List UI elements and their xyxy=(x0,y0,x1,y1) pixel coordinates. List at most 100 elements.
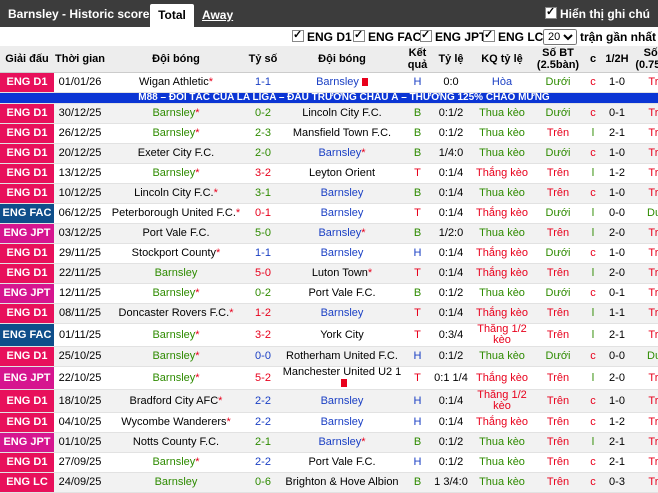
score[interactable]: 2-0 xyxy=(246,143,280,164)
away-team-cell[interactable]: Barnsley xyxy=(280,389,404,413)
home-team-name[interactable]: Wycombe Wanderers xyxy=(121,416,226,428)
home-team-name[interactable]: Doncaster Rovers F.C. xyxy=(119,307,230,319)
home-team-cell[interactable]: Wigan Athletic* xyxy=(106,72,246,93)
home-team-cell[interactable]: Barnsley* xyxy=(106,452,246,473)
home-team-name[interactable]: Port Vale F.C. xyxy=(142,227,209,239)
score[interactable]: 3-2 xyxy=(246,323,280,347)
away-team-name[interactable]: Rotherham United F.C. xyxy=(286,350,398,362)
home-team-name[interactable]: Notts County F.C. xyxy=(133,436,219,448)
away-team-cell[interactable]: Barnsley* xyxy=(280,432,404,453)
competition-badge[interactable]: ENG D1 xyxy=(0,412,54,433)
score[interactable]: 5-0 xyxy=(246,223,280,244)
checkbox-icon[interactable] xyxy=(420,28,432,42)
away-team-cell[interactable]: Barnsley xyxy=(280,412,404,433)
home-team-cell[interactable]: Wycombe Wanderers* xyxy=(106,412,246,433)
away-team-cell[interactable]: Barnsley xyxy=(280,303,404,324)
home-team-name[interactable]: Barnsley xyxy=(155,476,198,488)
score[interactable]: 1-1 xyxy=(246,72,280,93)
score[interactable]: 2-1 xyxy=(246,432,280,453)
away-team-name[interactable]: Barnsley xyxy=(321,187,364,199)
away-team-name[interactable]: York City xyxy=(320,329,364,341)
home-team-cell[interactable]: Barnsley* xyxy=(106,123,246,144)
competition-badge[interactable]: ENG D1 xyxy=(0,303,54,324)
home-team-name[interactable]: Lincoln City F.C. xyxy=(134,187,213,199)
competition-badge[interactable]: ENG D1 xyxy=(0,183,54,204)
competition-badge[interactable]: ENG D1 xyxy=(0,72,54,93)
score[interactable]: 0-1 xyxy=(246,203,280,224)
away-team-cell[interactable]: Barnsley xyxy=(280,203,404,224)
away-team-name[interactable]: Barnsley xyxy=(321,207,364,219)
home-team-cell[interactable]: Doncaster Rovers F.C.* xyxy=(106,303,246,324)
away-team-cell[interactable]: Barnsley* xyxy=(280,223,404,244)
home-team-cell[interactable]: Notts County F.C. xyxy=(106,432,246,453)
away-team-name[interactable]: Barnsley xyxy=(321,416,364,428)
score[interactable]: 3-1 xyxy=(246,183,280,204)
competition-badge[interactable]: ENG FAC xyxy=(0,203,54,224)
away-team-cell[interactable]: Barnsley* xyxy=(280,143,404,164)
home-team-cell[interactable]: Barnsley* xyxy=(106,103,246,124)
competition-badge[interactable]: ENG D1 xyxy=(0,346,54,367)
filter-eng-d1[interactable]: ENG D1 xyxy=(292,28,352,44)
home-team-name[interactable]: Barnsley xyxy=(152,372,195,384)
competition-badge[interactable]: ENG JPT xyxy=(0,283,54,304)
home-team-cell[interactable]: Peterborough United F.C.* xyxy=(106,203,246,224)
away-team-name[interactable]: Barnsley xyxy=(318,147,361,159)
home-team-cell[interactable]: Barnsley* xyxy=(106,283,246,304)
competition-badge[interactable]: ENG JPT xyxy=(0,432,54,453)
score[interactable]: 2-3 xyxy=(246,123,280,144)
away-team-name[interactable]: Barnsley xyxy=(316,76,359,88)
tab-away[interactable]: Away xyxy=(202,4,233,27)
away-team-cell[interactable]: Barnsley xyxy=(280,72,404,93)
away-team-cell[interactable]: Barnsley xyxy=(280,243,404,264)
score[interactable]: 0-6 xyxy=(246,472,280,493)
match-count-select[interactable]: 20 xyxy=(543,29,577,45)
away-team-name[interactable]: Manchester United U2 1 xyxy=(283,367,402,379)
checkbox-icon[interactable] xyxy=(353,28,365,42)
home-team-cell[interactable]: Barnsley* xyxy=(106,323,246,347)
home-team-cell[interactable]: Barnsley xyxy=(106,263,246,284)
home-team-name[interactable]: Stockport County xyxy=(132,247,216,259)
competition-badge[interactable]: ENG JPT xyxy=(0,223,54,244)
score[interactable]: 3-2 xyxy=(246,163,280,184)
away-team-name[interactable]: Barnsley xyxy=(321,395,364,407)
checkbox-icon[interactable] xyxy=(545,5,557,19)
home-team-cell[interactable]: Barnsley* xyxy=(106,366,246,390)
away-team-name[interactable]: Port Vale F.C. xyxy=(308,287,375,299)
away-team-name[interactable]: Mansfield Town F.C. xyxy=(293,127,391,139)
score[interactable]: 1-1 xyxy=(246,243,280,264)
competition-badge[interactable]: ENG D1 xyxy=(0,123,54,144)
tab-total[interactable]: Total xyxy=(150,4,194,27)
ad-banner-row[interactable]: M88 – ĐỐI TÁC CỦA LA LIGA – ĐẤU TRƯỜNG C… xyxy=(0,92,658,104)
away-team-cell[interactable]: Rotherham United F.C. xyxy=(280,346,404,367)
home-team-cell[interactable]: Barnsley* xyxy=(106,346,246,367)
home-team-cell[interactable]: Lincoln City F.C.* xyxy=(106,183,246,204)
home-team-name[interactable]: Wigan Athletic xyxy=(139,76,209,88)
away-team-cell[interactable]: Barnsley xyxy=(280,183,404,204)
show-notes-toggle[interactable]: Hiển thị ghi chú xyxy=(545,5,650,21)
home-team-name[interactable]: Barnsley xyxy=(152,456,195,468)
away-team-cell[interactable]: York City xyxy=(280,323,404,347)
filter-eng-lc[interactable]: ENG LC xyxy=(483,28,543,44)
away-team-cell[interactable]: Leyton Orient xyxy=(280,163,404,184)
away-team-name[interactable]: Leyton Orient xyxy=(309,167,375,179)
home-team-cell[interactable]: Stockport County* xyxy=(106,243,246,264)
score[interactable]: 0-0 xyxy=(246,346,280,367)
filter-eng-fac[interactable]: ENG FAC xyxy=(353,28,421,44)
away-team-cell[interactable]: Manchester United U2 1 xyxy=(280,366,404,390)
home-team-name[interactable]: Barnsley xyxy=(152,329,195,341)
away-team-name[interactable]: Barnsley xyxy=(318,436,361,448)
away-team-cell[interactable]: Mansfield Town F.C. xyxy=(280,123,404,144)
away-team-name[interactable]: Brighton & Hove Albion xyxy=(285,476,398,488)
competition-badge[interactable]: ENG JPT xyxy=(0,366,54,390)
competition-badge[interactable]: ENG D1 xyxy=(0,143,54,164)
ad-banner[interactable]: M88 – ĐỐI TÁC CỦA LA LIGA – ĐẤU TRƯỜNG C… xyxy=(0,92,658,104)
score[interactable]: 1-2 xyxy=(246,303,280,324)
competition-badge[interactable]: ENG D1 xyxy=(0,103,54,124)
away-team-name[interactable]: Lincoln City F.C. xyxy=(302,107,381,119)
score[interactable]: 2-2 xyxy=(246,389,280,413)
away-team-name[interactable]: Barnsley xyxy=(321,307,364,319)
competition-badge[interactable]: ENG D1 xyxy=(0,263,54,284)
home-team-name[interactable]: Exeter City F.C. xyxy=(138,147,214,159)
score[interactable]: 0-2 xyxy=(246,103,280,124)
competition-badge[interactable]: ENG FAC xyxy=(0,323,54,347)
